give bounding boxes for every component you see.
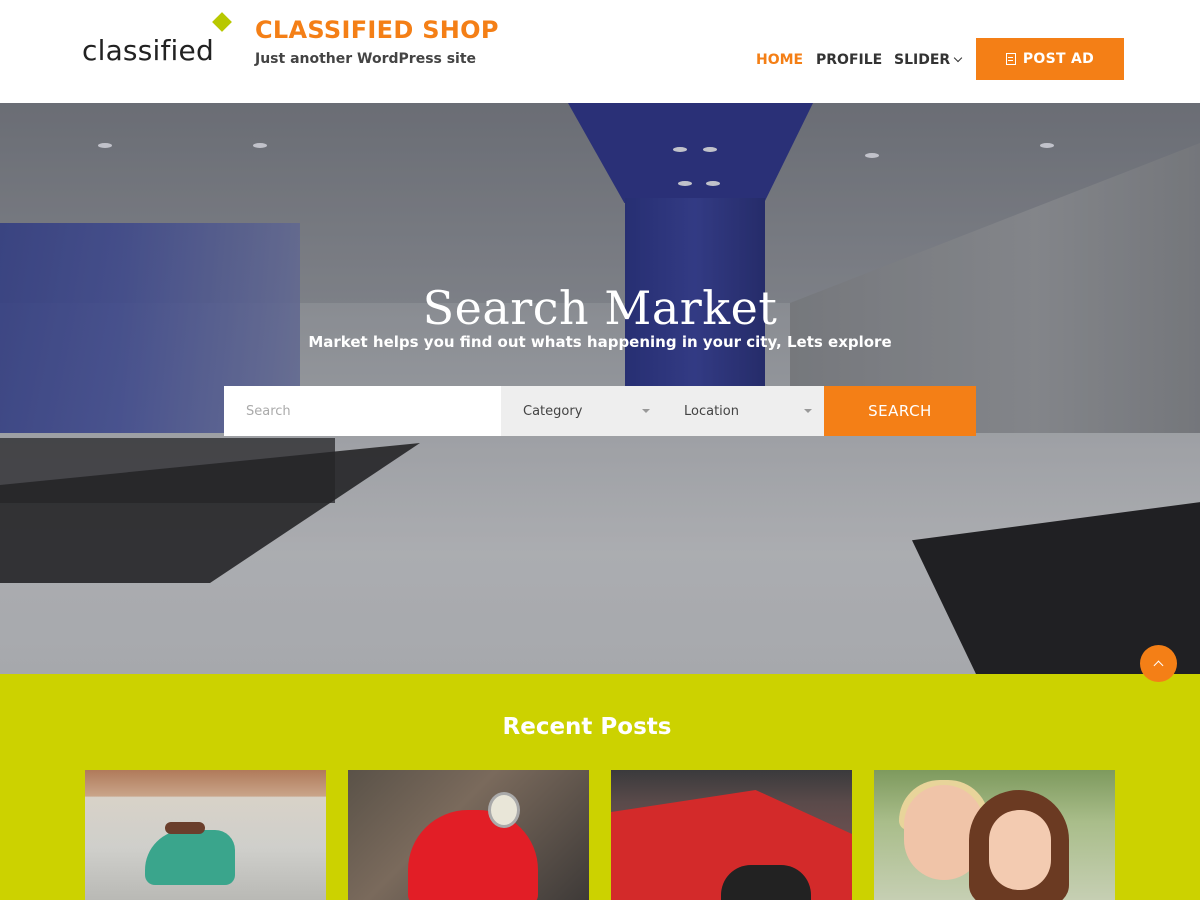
document-icon <box>1005 53 1016 65</box>
logo-diamond-icon <box>212 12 232 32</box>
scooter-seat-image <box>165 822 205 834</box>
category-select-label: Category <box>523 403 583 419</box>
site-title[interactable]: CLASSIFIED SHOP <box>255 16 499 44</box>
post-card-dolls[interactable] <box>874 770 1115 900</box>
location-select[interactable]: Location <box>662 386 824 436</box>
scooter-image <box>145 830 235 885</box>
hero-subtitle: Market helps you find out whats happenin… <box>308 333 892 351</box>
vespa-headlight-image <box>488 792 520 828</box>
caret-down-icon <box>804 409 812 413</box>
caret-down-icon <box>642 409 650 413</box>
post-ad-button[interactable]: POST AD <box>976 38 1124 80</box>
post-card-car[interactable] <box>611 770 852 900</box>
search-form: Category Location SEARCH <box>224 386 976 436</box>
logo-text: classified <box>82 34 214 67</box>
recent-posts-title: Recent Posts <box>502 714 672 740</box>
hero-title: Search Market <box>422 281 778 335</box>
nav-slider[interactable]: SLIDER <box>894 52 963 68</box>
site-tagline: Just another WordPress site <box>255 51 477 67</box>
hero-banner: Search Market Market helps you find out … <box>0 103 1200 674</box>
chevron-up-icon <box>1153 660 1164 671</box>
nav-slider-label: SLIDER <box>894 52 951 68</box>
doll-face-image <box>989 810 1051 890</box>
post-card-vespa[interactable] <box>348 770 589 900</box>
recent-posts-section: Recent Posts <box>0 674 1200 900</box>
location-select-label: Location <box>684 403 739 419</box>
nav-profile[interactable]: PROFILE <box>816 52 882 68</box>
post-card-scooter[interactable] <box>85 770 326 900</box>
site-header: classified CLASSIFIED SHOP Just another … <box>0 0 1200 103</box>
vespa-image <box>408 810 538 900</box>
car-grill-image <box>721 865 811 900</box>
scroll-to-top-button[interactable] <box>1140 645 1177 682</box>
site-logo[interactable]: classified <box>82 12 242 72</box>
search-button[interactable]: SEARCH <box>824 386 976 436</box>
category-select[interactable]: Category <box>501 386 662 436</box>
nav-home[interactable]: HOME <box>756 52 803 68</box>
post-ad-label: POST AD <box>1022 51 1095 67</box>
search-input[interactable] <box>224 386 501 436</box>
chevron-down-icon <box>953 53 963 63</box>
